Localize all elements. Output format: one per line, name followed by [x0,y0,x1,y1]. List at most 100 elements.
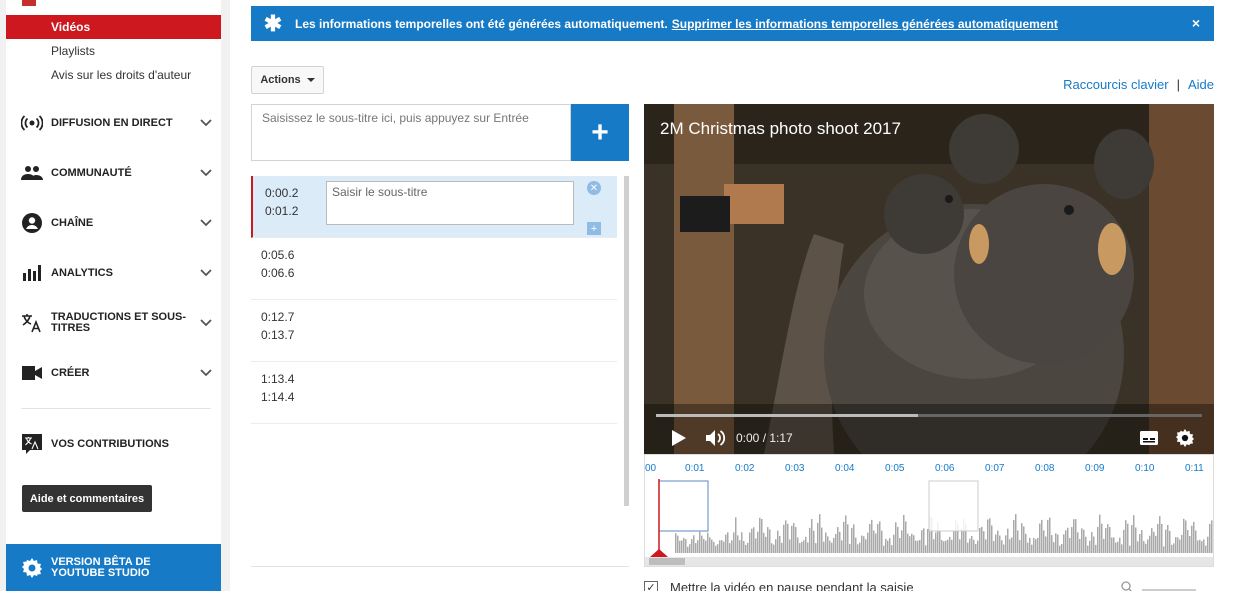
waveform-bar [829,540,831,553]
sidebar-item-copyright[interactable]: Avis sur les droits d'auteur [6,63,221,87]
waveform-bar [1033,537,1035,553]
play-icon[interactable] [672,430,686,446]
remove-timings-link[interactable]: Supprimer les informations temporelles g… [672,17,1058,31]
sidebar-item-label: Playlists [51,44,96,58]
waveform-bar [1015,514,1017,553]
waveform-bar [1021,523,1023,553]
waveform-bar [1081,528,1083,553]
cue-list-scrollbar[interactable] [624,176,629,506]
waveform-bar [1003,544,1005,553]
subtitles-icon[interactable] [1140,431,1158,445]
waveform-bar [787,523,789,553]
cue-start-time[interactable]: 0:00.2 [265,184,298,202]
sidebar-item-contributions[interactable]: VOS CONTRIBUTIONS [6,424,221,464]
cue-row[interactable]: 0:12.7 0:13.7 [251,300,617,362]
waveform-bar [1133,515,1135,553]
waveform-bar [797,537,799,553]
sidebar-item-videos[interactable]: Vidéos [6,15,221,39]
waveform-bar [681,540,683,553]
timeline-scrollbar[interactable] [645,557,1213,566]
waveform-timeline[interactable]: 00 0:01 0:02 0:03 0:04 0:05 0:06 0:07 0:08 0:09 0:… [644,454,1214,567]
waveform-bar [721,540,723,553]
actions-dropdown[interactable]: Actions [251,66,324,94]
waveform-bar [1065,530,1067,553]
waveform-bar [695,543,697,553]
cue-start-time[interactable]: 1:13.4 [261,370,294,388]
waveform-bar [885,538,887,553]
cue-row[interactable]: 0:05.6 0:06.6 [251,238,617,300]
waveform-bar [881,530,883,553]
sidebar-section-channel[interactable]: CHAÎNE [6,203,221,243]
cue-row[interactable]: 1:13.4 1:14.4 [251,362,617,424]
insert-cue-icon[interactable]: + [587,222,601,235]
keyboard-shortcuts-link[interactable]: Raccourcis clavier [1063,77,1168,92]
cue-start-time[interactable]: 0:05.6 [261,246,294,264]
delete-cue-icon[interactable]: ✕ [587,181,601,195]
waveform-bar [679,540,681,553]
waveform-bar [839,531,841,553]
waveform-bar [767,527,769,553]
cue-times: 0:00.2 0:01.2 [265,184,298,220]
add-subtitle-button[interactable]: + [571,104,629,161]
subtitle-entry-input[interactable]: Saisissez le sous-titre ici, puis appuye… [251,104,571,161]
waveform-bar [1177,537,1179,553]
volume-icon[interactable] [706,429,726,447]
waveform-bar [1001,540,1003,553]
cue-region-selected[interactable] [658,480,709,532]
cue-end-time[interactable]: 1:14.4 [261,388,294,406]
timeline-tick-label: 0:08 [1035,463,1055,474]
cue-start-time[interactable]: 0:12.7 [261,308,294,326]
sidebar-section-analytics[interactable]: ANALYTICS [6,253,221,293]
zoom-slider[interactable] [1120,580,1200,591]
cue-end-time[interactable]: 0:06.6 [261,264,294,282]
sidebar-item-playlists[interactable]: Playlists [6,39,221,63]
cue-region[interactable] [928,480,979,532]
pause-while-typing-option[interactable]: ✓ Mettre la vidéo en pause pendant la sa… [644,580,914,591]
waveform-bar [813,530,815,553]
waveform-bar [821,527,823,553]
video-player[interactable]: 2M Christmas photo shoot 2017 0:00 / 1:1… [644,104,1214,454]
sidebar-section-live[interactable]: DIFFUSION EN DIRECT [6,103,221,143]
sidebar-section-create[interactable]: CRÉER [6,353,221,393]
waveform-bar [1127,523,1129,553]
sidebar-section-translations[interactable]: TRADUCTIONS ET SOUS-TITRES [6,303,221,343]
close-icon[interactable]: × [1192,15,1200,31]
studio-beta-button[interactable]: VERSION BÊTA DE YOUTUBE STUDIO [6,544,221,591]
waveform-bar [1209,523,1211,553]
waveform-bar [941,540,943,553]
waveform-bar [771,543,773,553]
chevron-down-icon [191,269,221,277]
waveform-bar [1165,529,1167,553]
waveform-bar [1069,538,1071,553]
video-progress-bar[interactable] [656,414,1202,417]
section-label: CRÉER [51,366,90,379]
waveform-bar [887,540,889,553]
subtitle-cue-list: 0:00.2 0:01.2 Saisir le sous-titre ✕ + 0… [251,176,617,566]
waveform-bar [785,520,787,553]
cue-end-time[interactable]: 0:13.7 [261,326,294,344]
waveform-bar [739,540,741,553]
scroll-thumb[interactable] [649,558,685,565]
settings-gear-icon[interactable] [1176,429,1194,447]
waveform-bar [979,527,981,553]
zoom-control[interactable] [1120,580,1200,591]
cue-row[interactable]: 0:00.2 0:01.2 Saisir le sous-titre ✕ + [251,176,617,238]
waveform-bar [749,532,751,553]
waveform-bar [875,533,877,553]
sidebar-section-community[interactable]: COMMUNAUTÉ [6,153,221,193]
waveform-bar [1111,537,1113,553]
waveform-bar [733,532,735,553]
waveform-bar [765,536,767,553]
cue-text-input[interactable]: Saisir le sous-titre [326,181,574,225]
checkbox-checked[interactable]: ✓ [644,580,658,591]
waveform-bar [1009,539,1011,553]
waveform-bar [1049,517,1051,553]
waveform-bar [915,540,917,553]
playhead-marker[interactable] [650,549,668,557]
cue-end-time[interactable]: 0:01.2 [265,202,298,220]
waveform-bar [1105,528,1107,553]
help-link[interactable]: Aide [1188,77,1214,92]
help-feedback-button[interactable]: Aide et commentaires [22,485,152,512]
waveform-bar [1091,532,1093,553]
waveform-bar [925,545,927,553]
